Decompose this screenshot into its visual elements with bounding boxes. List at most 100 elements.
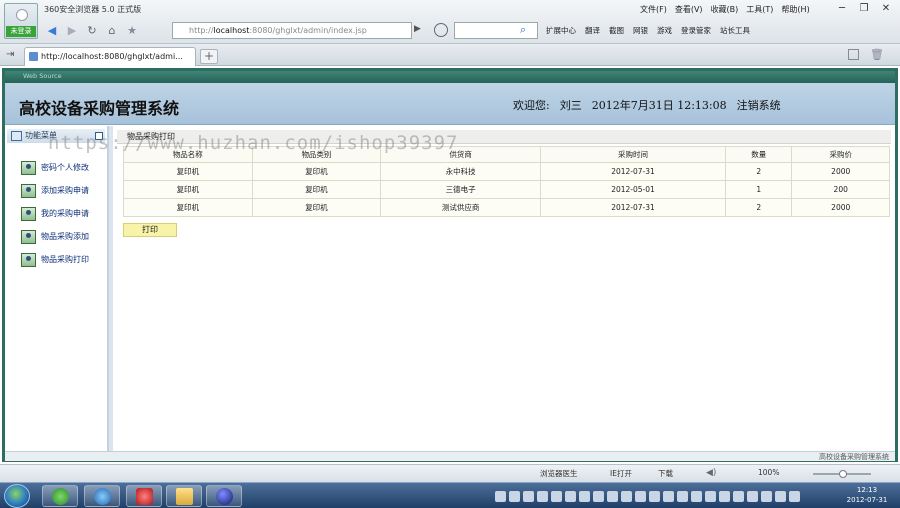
zoom-handle[interactable]	[839, 470, 847, 478]
minimize-button[interactable]: ─	[832, 2, 852, 16]
tray-icon[interactable]	[523, 490, 534, 502]
menu-folder-icon	[11, 131, 22, 141]
watermark-text: https://www.huzhan.com/ishop39397	[48, 132, 459, 154]
shield-icon[interactable]	[434, 23, 448, 37]
menu-item-change-password[interactable]: 密码个人修改	[21, 160, 89, 176]
user-icon	[21, 230, 36, 244]
search-icon[interactable]: ⌕	[520, 23, 526, 37]
cell-supplier: 三德电子	[380, 180, 541, 199]
maximize-button[interactable]: ❐	[854, 2, 874, 16]
windows-taskbar: 12:13 2012-07-31	[0, 482, 900, 508]
toolbar-translate[interactable]: 翻译	[585, 25, 600, 36]
tray-icon[interactable]	[677, 490, 688, 502]
toolbar-bank[interactable]: 网银	[633, 25, 648, 36]
user-avatar[interactable]: 未登录	[4, 3, 38, 39]
favorite-star-icon[interactable]: ★	[124, 23, 140, 39]
toolbar-games[interactable]: 游戏	[657, 25, 672, 36]
open-in-ie[interactable]: IE打开	[610, 468, 632, 479]
tray-icon[interactable]	[565, 490, 576, 502]
menu-help[interactable]: 帮助(H)	[781, 4, 809, 15]
browser-titlebar: 未登录 360安全浏览器 5.0 正式版 文件(F) 查看(V) 收藏(B) 工…	[0, 0, 900, 44]
tab-active[interactable]: http://localhost:8080/ghglxt/admi...	[24, 47, 196, 66]
tray-icon[interactable]	[495, 490, 506, 502]
forward-icon[interactable]: ▶	[64, 23, 80, 39]
tray-icon[interactable]	[593, 490, 604, 502]
start-button[interactable]	[4, 484, 30, 508]
menu-favorites[interactable]: 收藏(B)	[711, 4, 739, 15]
cell-price: 200	[791, 180, 890, 199]
logout-link[interactable]: 注销系统	[737, 97, 781, 113]
menu-item-add-purchase[interactable]: 物品采购添加	[21, 229, 89, 245]
tray-icon[interactable]	[649, 490, 660, 502]
tray-icon[interactable]	[537, 490, 548, 502]
tray-icon[interactable]	[719, 490, 730, 502]
tray-icon[interactable]	[747, 490, 758, 502]
taskbar-app-globe[interactable]	[206, 485, 242, 507]
taskbar-explorer[interactable]	[166, 485, 202, 507]
home-icon[interactable]: ⌂	[104, 23, 120, 39]
tray-icon[interactable]	[621, 490, 632, 502]
tray-icon[interactable]	[663, 490, 674, 502]
tray-icon[interactable]	[509, 490, 520, 502]
taskbar-app-red[interactable]	[126, 485, 162, 507]
sidebar-toggle-icon[interactable]: ⇥	[6, 49, 14, 60]
tray-icon[interactable]	[607, 490, 618, 502]
tray-icon[interactable]	[733, 490, 744, 502]
speaker-icon[interactable]: ◀)	[706, 468, 716, 478]
menu-item-add-request[interactable]: 添加采购申请	[21, 183, 89, 199]
current-datetime: 2012年7月31日 12:13:08	[591, 99, 727, 112]
restore-tabs-icon[interactable]	[848, 49, 859, 60]
toolbar-extensions[interactable]: 扩展中心	[546, 25, 576, 36]
trash-icon[interactable]: 🗑	[870, 48, 884, 61]
print-button[interactable]: 打印	[123, 223, 177, 237]
tray-icon[interactable]	[691, 490, 702, 502]
zoom-level[interactable]: 100%	[758, 468, 779, 477]
tray-icon[interactable]	[789, 490, 800, 502]
toolbar-screenshot[interactable]: 截图	[609, 25, 624, 36]
menu-item-label: 我的采购申请	[41, 209, 89, 218]
tray-icon[interactable]	[551, 490, 562, 502]
tray-icon[interactable]	[635, 490, 646, 502]
tray-icon[interactable]	[705, 490, 716, 502]
cell-item-category: 复印机	[251, 180, 382, 199]
menu-tools[interactable]: 工具(T)	[746, 4, 773, 15]
folder-icon	[176, 488, 193, 505]
taskbar-clock[interactable]: 12:13 2012-07-31	[838, 485, 896, 505]
taskbar-360-browser[interactable]	[42, 485, 78, 507]
menu-file[interactable]: 文件(F)	[640, 4, 667, 15]
toolbar-webmaster[interactable]: 站长工具	[720, 25, 750, 36]
taskbar-ie[interactable]	[84, 485, 120, 507]
page-favicon-icon	[29, 52, 38, 61]
toolbar-login-manager[interactable]: 登录管家	[681, 25, 711, 36]
menu-item-label: 物品采购添加	[41, 232, 89, 241]
menu-view[interactable]: 查看(V)	[675, 4, 703, 15]
menu-item-my-requests[interactable]: 我的采购申请	[21, 206, 89, 222]
address-path: :8080/ghglxt/admin/index.jsp	[249, 26, 367, 35]
cell-purchase-date: 2012-07-31	[539, 198, 727, 217]
user-icon	[21, 253, 36, 267]
tray-icon[interactable]	[579, 490, 590, 502]
frame-caption: Web Source	[23, 72, 62, 80]
back-icon[interactable]: ◀	[44, 23, 60, 39]
cell-quantity: 2	[725, 162, 793, 181]
menu-item-print-purchase[interactable]: 物品采购打印	[21, 252, 89, 268]
welcome-area: 欢迎您: 刘三 2012年7月31日 12:13:08 注销系统	[513, 97, 781, 113]
clock-date: 2012-07-31	[846, 496, 888, 504]
zoom-slider[interactable]	[813, 470, 871, 478]
downloads[interactable]: 下载	[658, 468, 673, 479]
login-status[interactable]: 未登录	[6, 26, 36, 37]
browser-doctor[interactable]: 浏览器医生	[540, 468, 578, 479]
address-bar[interactable]: http://localhost:8080/ghglxt/admin/index…	[172, 22, 412, 39]
user-icon	[21, 161, 36, 175]
user-icon	[21, 184, 36, 198]
menu-item-label: 物品采购打印	[41, 255, 89, 264]
tray-icon[interactable]	[761, 490, 772, 502]
go-icon[interactable]: ▶	[414, 24, 426, 36]
refresh-icon[interactable]: ↻	[84, 23, 100, 39]
close-button[interactable]: ✕	[876, 2, 896, 16]
panel-splitter[interactable]	[109, 126, 113, 451]
cell-quantity: 1	[725, 180, 793, 199]
globe-icon	[216, 488, 233, 505]
new-tab-button[interactable]: +	[200, 49, 218, 64]
tray-icon[interactable]	[775, 490, 786, 502]
